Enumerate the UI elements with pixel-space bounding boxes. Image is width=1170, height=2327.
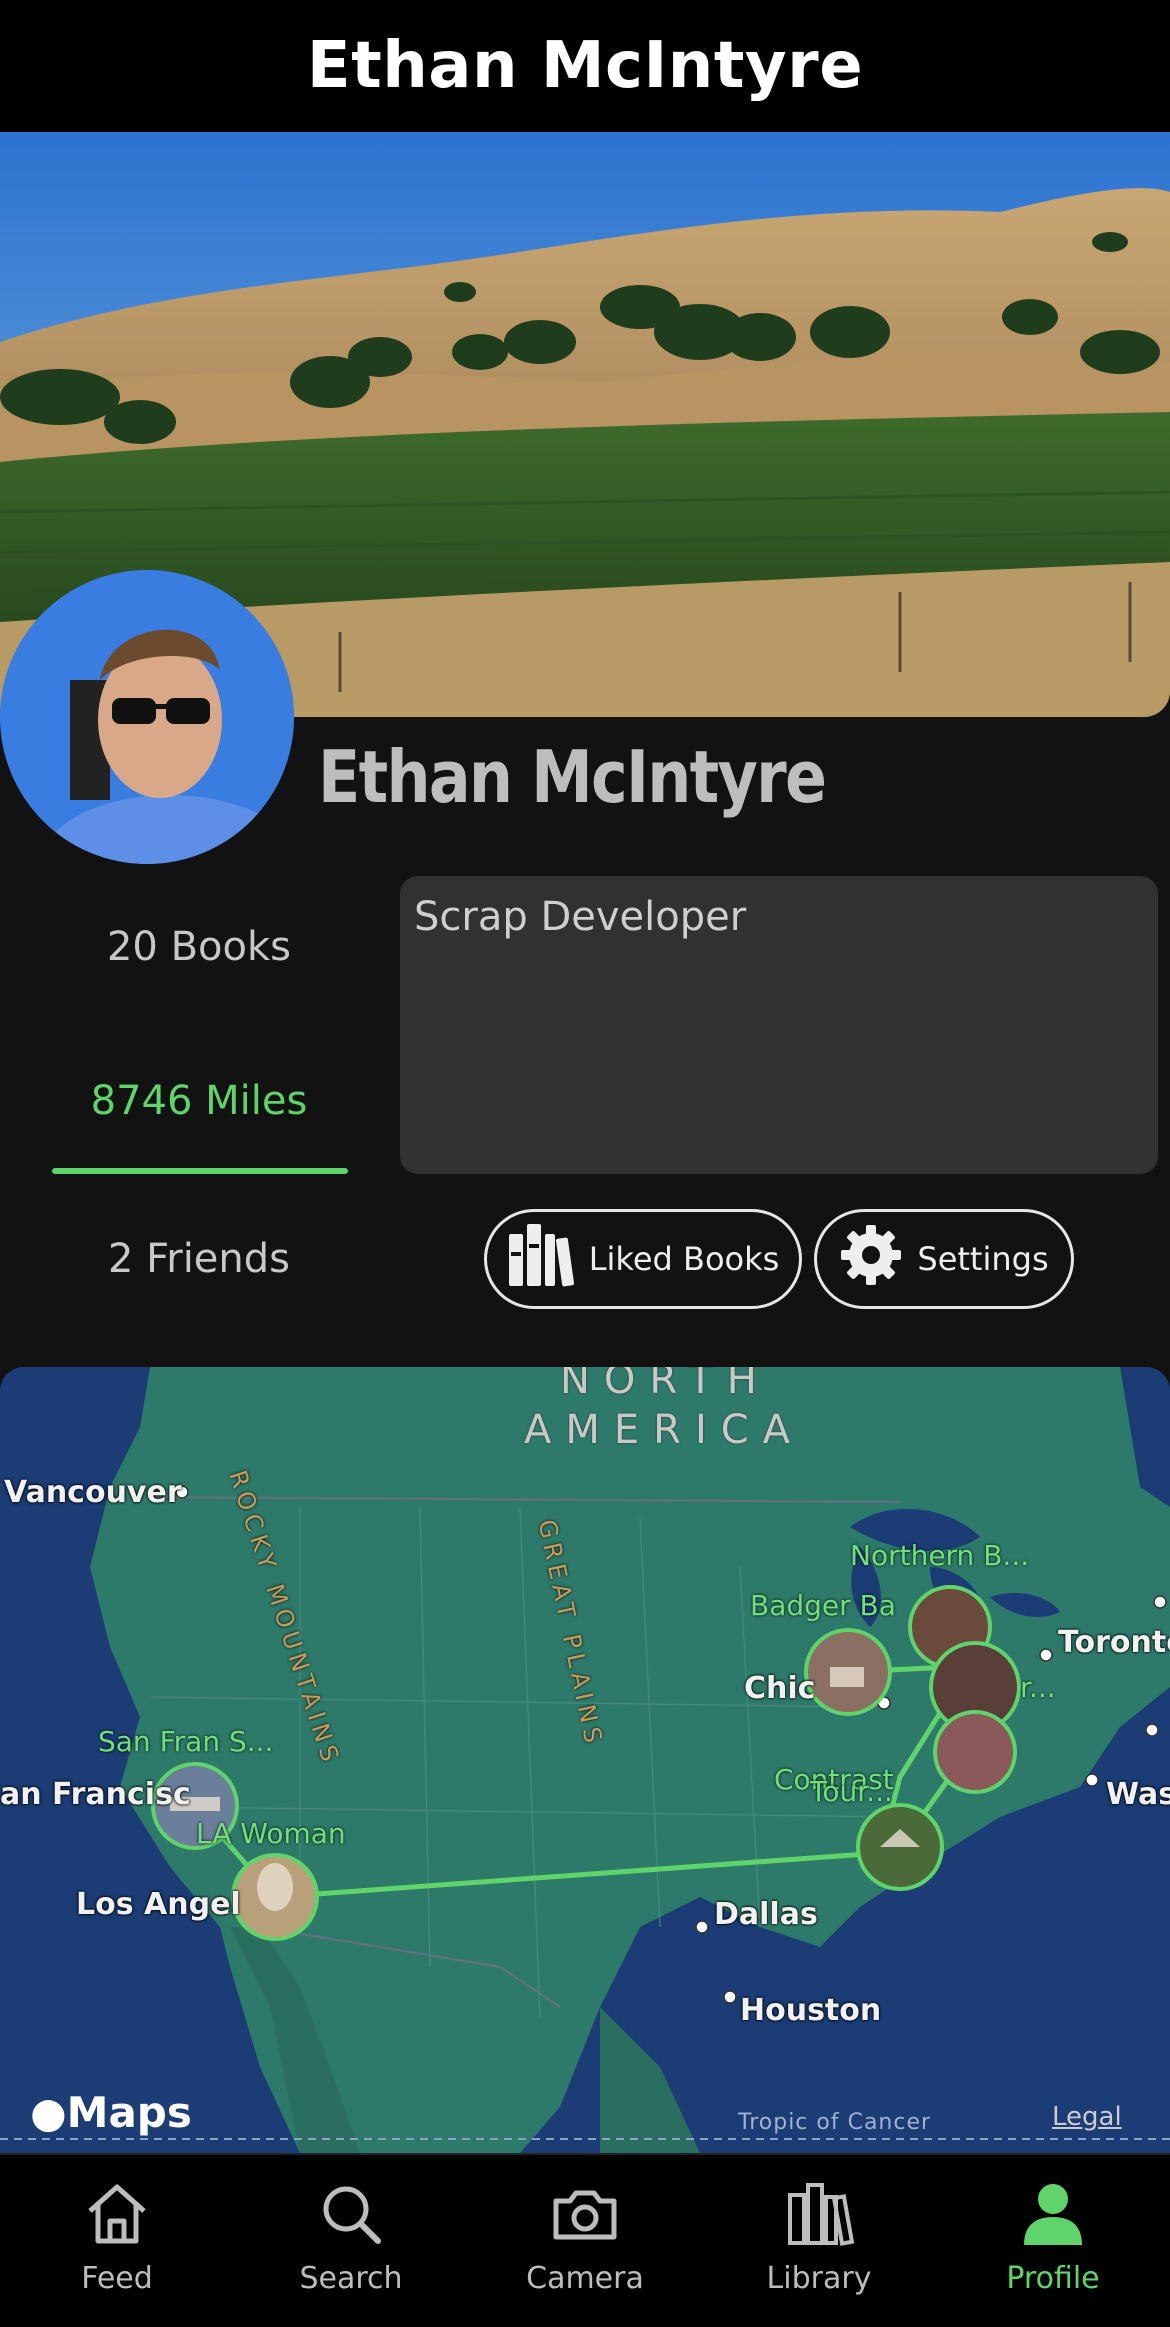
- page-title: Ethan McIntyre: [306, 29, 864, 103]
- library-icon: [507, 1222, 575, 1296]
- camera-icon: [553, 2190, 617, 2240]
- home-icon: [88, 2184, 146, 2244]
- tab-search[interactable]: Search: [234, 2155, 468, 2327]
- pin-label[interactable]: Badger Ba: [750, 1589, 896, 1622]
- avatar[interactable]: [0, 570, 294, 864]
- person-icon: [1024, 2184, 1082, 2245]
- settings-label: Settings: [917, 1240, 1049, 1278]
- tab-label: Library: [766, 2261, 872, 2296]
- bio-text: Scrap Developer: [414, 894, 747, 940]
- region-label: NORTH: [560, 1367, 771, 1403]
- books-count[interactable]: 20 Books: [0, 924, 398, 970]
- miles-count[interactable]: 8746 Miles: [0, 1078, 398, 1124]
- tropic-label: Tropic of Cancer: [738, 2110, 932, 2135]
- tab-library[interactable]: Library: [702, 2155, 936, 2327]
- liked-books-label: Liked Books: [588, 1240, 780, 1278]
- gear-icon: [839, 1223, 903, 1295]
- bio-box[interactable]: Scrap Developer: [400, 876, 1158, 1174]
- city-label: Toronto: [1058, 1625, 1170, 1660]
- pin-label[interactable]: r...: [1020, 1671, 1056, 1704]
- pin-label[interactable]: Northern B...: [850, 1539, 1029, 1572]
- city-label: Chic: [744, 1671, 816, 1706]
- settings-button[interactable]: Settings: [814, 1209, 1074, 1309]
- city-label: Los Angel: [76, 1887, 241, 1922]
- legal-link[interactable]: Legal: [1052, 2102, 1122, 2132]
- city-label: an Francisc: [0, 1777, 191, 1812]
- apple-icon: ●: [30, 2088, 67, 2137]
- top-bar: Ethan McIntyre: [0, 0, 1170, 132]
- search-icon: [323, 2186, 381, 2244]
- tab-bar: Feed Search Camera Library Profile: [0, 2153, 1170, 2327]
- tab-camera[interactable]: Camera: [468, 2155, 702, 2327]
- tab-label: Feed: [81, 2261, 153, 2296]
- tab-label: Search: [299, 2261, 403, 2296]
- city-label: Was: [1106, 1777, 1170, 1812]
- tab-profile[interactable]: Profile: [936, 2155, 1170, 2327]
- profile-name: Ethan McIntyre: [318, 735, 827, 819]
- city-label: Houston: [740, 1993, 882, 2028]
- travel-map[interactable]: NORTH AMERICA ROCKY MOUNTAINS GREAT PLAI…: [0, 1367, 1170, 2153]
- liked-books-button[interactable]: Liked Books: [484, 1209, 802, 1309]
- city-label: Vancouver: [4, 1475, 182, 1510]
- tab-feed[interactable]: Feed: [0, 2155, 234, 2327]
- selected-tab-indicator: [52, 1168, 348, 1174]
- city-label: Dallas: [714, 1897, 818, 1932]
- pin-label[interactable]: San Fran S...: [98, 1725, 273, 1758]
- tab-label: Profile: [1006, 2261, 1100, 2296]
- pin-label[interactable]: Tour...: [810, 1775, 893, 1808]
- tab-label: Camera: [526, 2261, 644, 2296]
- region-label: AMERICA: [524, 1407, 805, 1453]
- maps-logo: ●Maps: [30, 2088, 192, 2137]
- friends-count[interactable]: 2 Friends: [0, 1236, 398, 1282]
- library-icon: [788, 2183, 855, 2246]
- pin-label[interactable]: LA Woman: [196, 1817, 346, 1850]
